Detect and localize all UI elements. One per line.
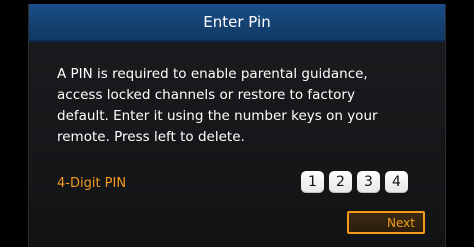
message-line: access locked channels or restore to fac… [57,87,355,103]
pin-entry[interactable]: 1 2 3 4 [301,171,408,193]
pin-label: 4-Digit PIN [57,176,127,191]
dialog-title-bar: Enter Pin [29,4,445,42]
pin-digit-3[interactable]: 3 [357,171,380,193]
message-line: remote. Press left to delete. [57,129,245,145]
message-line: default. Enter it using the number keys … [57,108,378,124]
dialog-title: Enter Pin [203,13,271,31]
pin-digit-4[interactable]: 4 [385,171,408,193]
enter-pin-dialog: Enter Pin A PIN is required to enable pa… [28,4,446,247]
dialog-message: A PIN is required to enable parental gui… [57,64,397,148]
next-button[interactable]: Next [347,211,425,234]
next-button-label: Next [387,215,415,230]
pin-digit-2[interactable]: 2 [329,171,352,193]
message-line: A PIN is required to enable parental gui… [57,66,368,82]
pin-digit-1[interactable]: 1 [301,171,324,193]
